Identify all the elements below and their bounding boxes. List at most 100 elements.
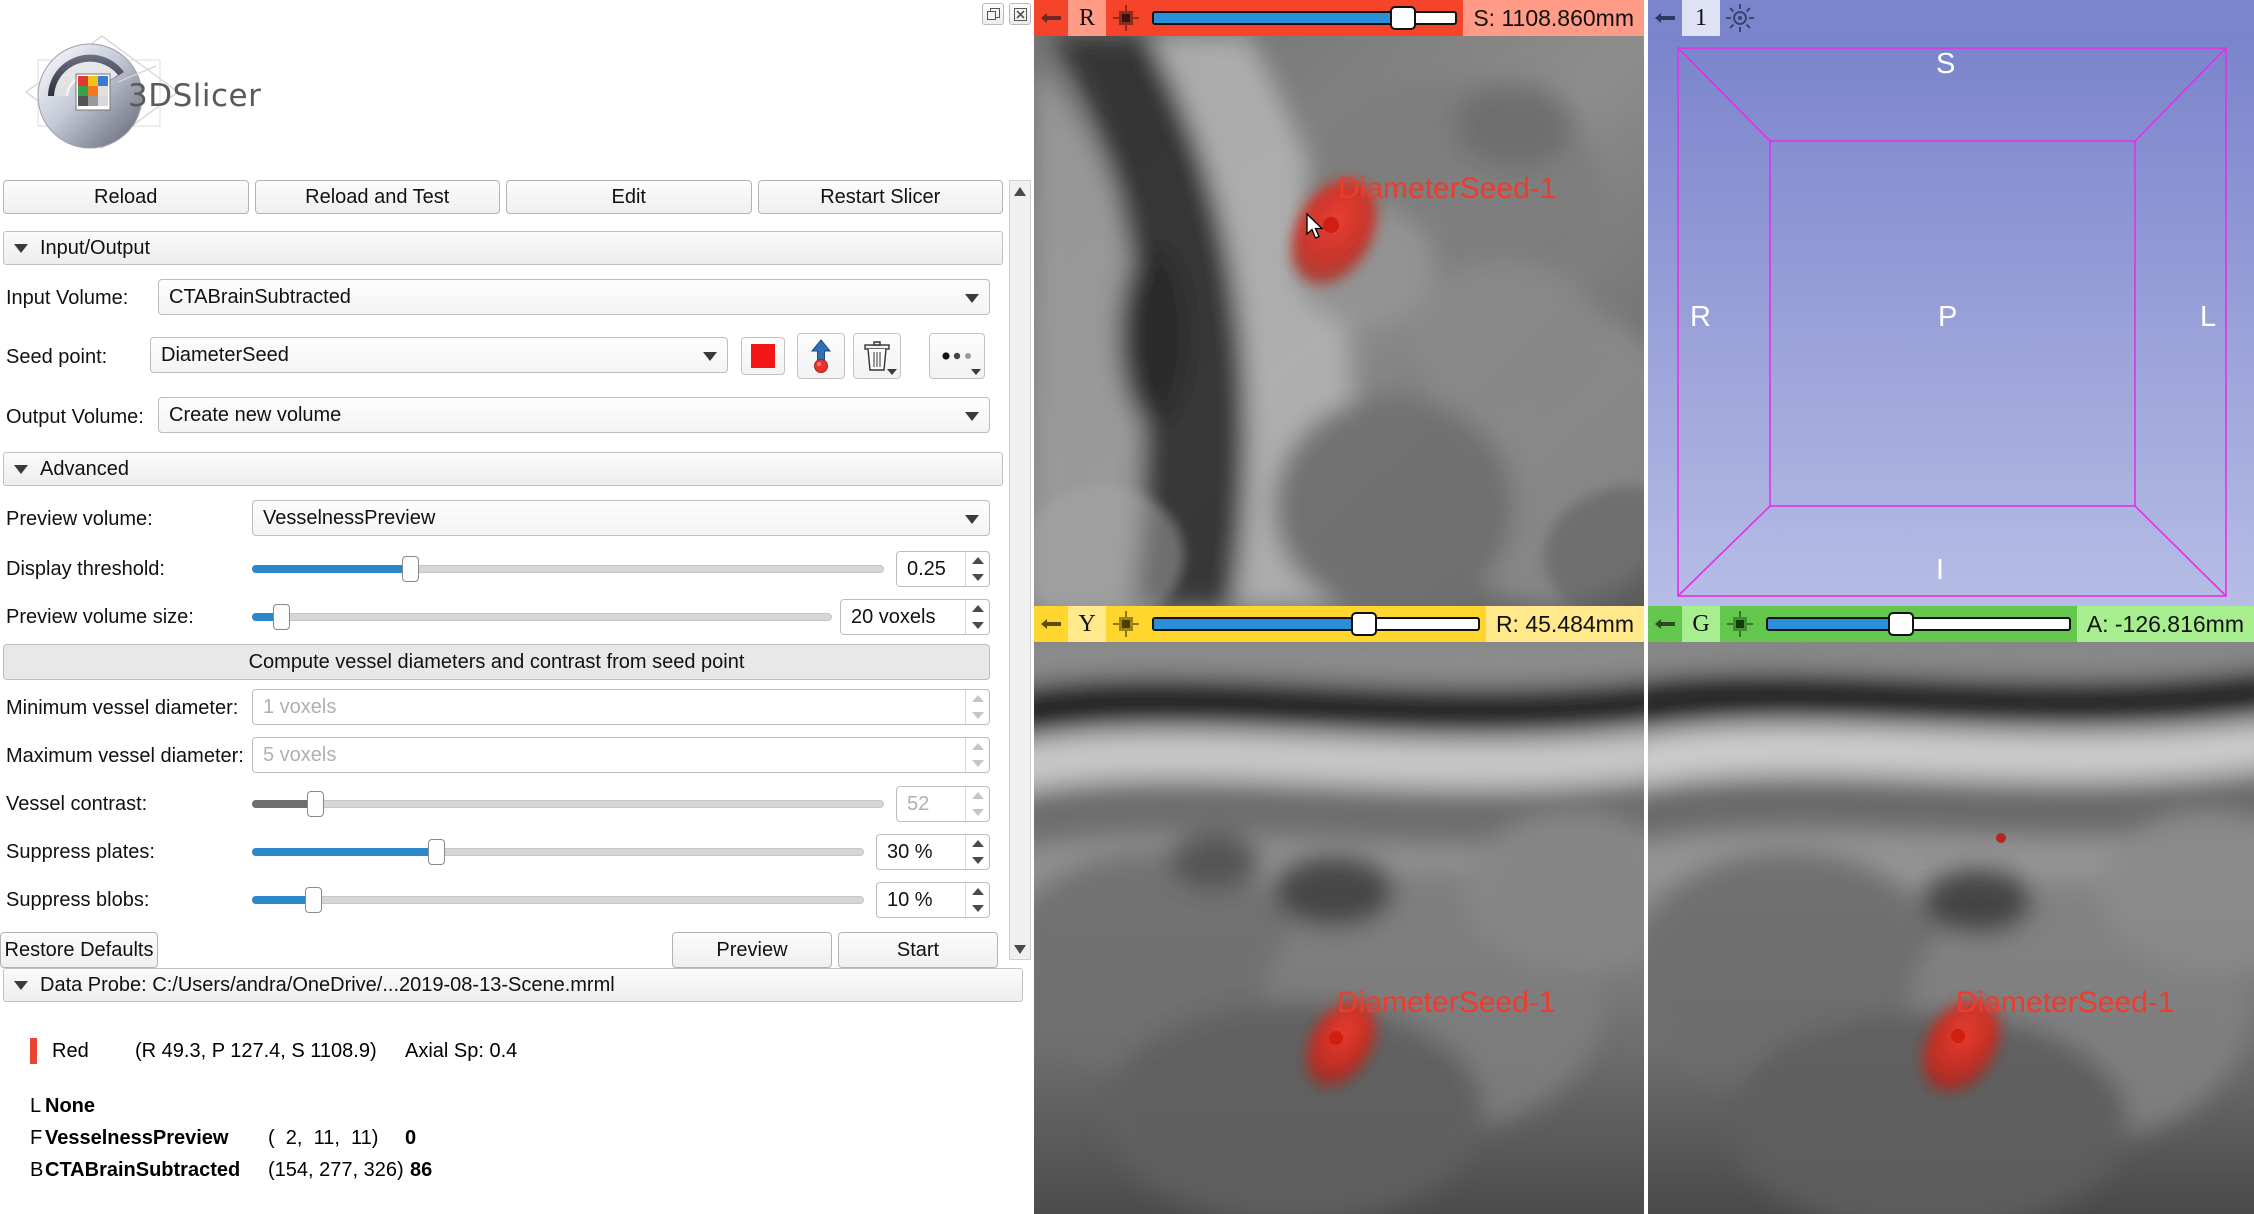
visibility-icon-red[interactable] <box>1106 5 1146 31</box>
slider-handle[interactable] <box>305 887 323 913</box>
chevron-up-icon[interactable] <box>971 743 984 750</box>
threed-view-number[interactable]: 1 <box>1682 0 1720 36</box>
suppress-plates-slider[interactable] <box>252 834 864 870</box>
slice-view-green[interactable]: DiameterSeed-1 G A: -126.816mm <box>1648 606 2254 1214</box>
seed-color-swatch-button[interactable] <box>741 337 785 375</box>
logo-text: 3DSlicer <box>128 78 262 114</box>
output-volume-select[interactable]: Create new volume <box>158 397 990 433</box>
slice-letter-green[interactable]: G <box>1682 606 1720 642</box>
preview-volume-size-row: Preview volume size: <box>6 599 246 635</box>
preview-button[interactable]: Preview <box>672 932 832 968</box>
slider-handle[interactable] <box>427 839 445 865</box>
spinbox-arrows[interactable] <box>965 835 989 869</box>
vessel-contrast-spinbox[interactable]: 52 <box>896 786 990 822</box>
delete-fiducial-button[interactable] <box>853 333 901 379</box>
reload-button[interactable]: Reload <box>3 180 249 214</box>
spinbox-arrows[interactable] <box>965 600 989 634</box>
spinbox-arrows[interactable] <box>965 738 989 772</box>
suppress-blobs-spinbox[interactable]: 10 % <box>876 882 990 918</box>
slider-handle[interactable] <box>1887 612 1914 636</box>
chevron-down-icon[interactable] <box>887 369 897 375</box>
float-panel-icon[interactable] <box>982 3 1004 25</box>
chevron-up-icon[interactable] <box>971 695 984 702</box>
chevron-down-icon <box>14 980 28 990</box>
edit-button[interactable]: Edit <box>506 180 752 214</box>
threed-scene[interactable]: S I R L P <box>1648 36 2254 606</box>
pin-icon[interactable] <box>1034 617 1068 631</box>
slice-letter-yellow[interactable]: Y <box>1068 606 1106 642</box>
slice-header-yellow: Y R: 45.484mm <box>1034 606 1644 642</box>
seed-point-select[interactable]: DiameterSeed <box>150 337 728 373</box>
slider-handle[interactable] <box>1390 6 1417 30</box>
reload-and-test-button[interactable]: Reload and Test <box>254 180 500 214</box>
restart-slicer-button[interactable]: Restart Slicer <box>757 180 1003 214</box>
start-button[interactable]: Start <box>838 932 998 968</box>
chevron-down-icon[interactable] <box>971 369 981 375</box>
threed-view[interactable]: S I R L P 1 <box>1648 0 2254 606</box>
section-input-output[interactable]: Input/Output <box>3 231 1003 265</box>
suppress-plates-label: Suppress plates: <box>6 840 155 863</box>
chevron-up-icon[interactable] <box>971 605 984 612</box>
spinbox-arrows[interactable] <box>965 552 989 586</box>
compute-vessel-diameters-button[interactable]: Compute vessel diameters and contrast fr… <box>3 644 990 680</box>
chevron-up-icon[interactable] <box>971 888 984 895</box>
chevron-down-icon[interactable] <box>971 809 984 816</box>
slider-fill <box>252 848 436 856</box>
minimum-vessel-diameter-row: Minimum vessel diameter: <box>6 690 256 726</box>
spinbox-arrows[interactable] <box>965 690 989 724</box>
maximum-vessel-diameter-spinbox[interactable]: 5 voxels <box>252 737 990 773</box>
more-options-button[interactable] <box>929 333 985 379</box>
slider-handle[interactable] <box>402 556 419 582</box>
slice-offset-slider-green[interactable] <box>1760 606 2077 642</box>
vessel-contrast-slider[interactable] <box>252 786 884 822</box>
slider-handle[interactable] <box>307 791 325 817</box>
spinbox-arrows[interactable] <box>965 787 989 821</box>
slice-offset-slider-yellow[interactable] <box>1146 606 1486 642</box>
chevron-down-icon[interactable] <box>971 574 984 581</box>
visibility-icon-yellow[interactable] <box>1106 611 1146 637</box>
chevron-up-icon[interactable] <box>971 792 984 799</box>
chevron-up-icon[interactable] <box>971 557 984 564</box>
restore-defaults-button[interactable]: Restore Defaults <box>0 932 158 968</box>
chevron-up-icon[interactable] <box>971 840 984 847</box>
visibility-icon-green[interactable] <box>1720 611 1760 637</box>
place-fiducial-button[interactable] <box>797 333 845 379</box>
chevron-down-icon[interactable] <box>971 712 984 719</box>
minimum-vessel-diameter-spinbox[interactable]: 1 voxels <box>252 689 990 725</box>
preview-volume-size-spinbox[interactable]: 20 voxels <box>840 599 990 635</box>
preview-volume-size-slider[interactable] <box>252 599 832 635</box>
chevron-down-icon[interactable] <box>971 622 984 629</box>
slice-image-yellow[interactable] <box>1034 632 1644 1214</box>
probe-row-volume: None <box>45 1095 95 1117</box>
display-threshold-slider[interactable] <box>252 551 884 587</box>
chevron-down-icon[interactable] <box>971 905 984 912</box>
pin-icon[interactable] <box>1034 11 1068 25</box>
suppress-blobs-value: 10 % <box>887 888 933 911</box>
scroll-down-arrow[interactable] <box>1014 939 1026 959</box>
input-volume-select[interactable]: CTABrainSubtracted <box>158 279 990 315</box>
data-probe-header[interactable]: Data Probe: C:/Users/andra/OneDrive/...2… <box>3 968 1023 1002</box>
close-panel-icon[interactable] <box>1009 3 1031 25</box>
preview-volume-select[interactable]: VesselnessPreview <box>252 500 990 536</box>
slider-handle[interactable] <box>1350 612 1377 636</box>
slice-image-green[interactable] <box>1648 630 2254 1214</box>
slice-view-yellow[interactable]: DiameterSeed-1 Y R: 45.484mm <box>1034 606 1644 1214</box>
pin-icon[interactable] <box>1648 11 1682 25</box>
spinbox-arrows[interactable] <box>965 883 989 917</box>
chevron-down-icon[interactable] <box>971 760 984 767</box>
suppress-plates-spinbox[interactable]: 30 % <box>876 834 990 870</box>
suppress-blobs-slider[interactable] <box>252 882 864 918</box>
chevron-down-icon[interactable] <box>971 857 984 864</box>
scroll-up-arrow[interactable] <box>1014 181 1026 201</box>
preview-volume-row: Preview volume: <box>6 501 246 537</box>
center-view-icon[interactable] <box>1720 4 1760 32</box>
pin-icon[interactable] <box>1648 617 1682 631</box>
slider-handle[interactable] <box>273 604 290 630</box>
slice-letter-red[interactable]: R <box>1068 0 1106 36</box>
section-advanced[interactable]: Advanced <box>3 452 1003 486</box>
slice-view-red[interactable]: DiameterSeed-1 R S: 1108.860mm <box>1034 0 1644 606</box>
slice-image-red[interactable] <box>1034 36 1644 606</box>
display-threshold-spinbox[interactable]: 0.25 <box>896 551 990 587</box>
slice-offset-slider-red[interactable] <box>1146 0 1463 36</box>
panel-scrollbar[interactable] <box>1009 180 1031 960</box>
